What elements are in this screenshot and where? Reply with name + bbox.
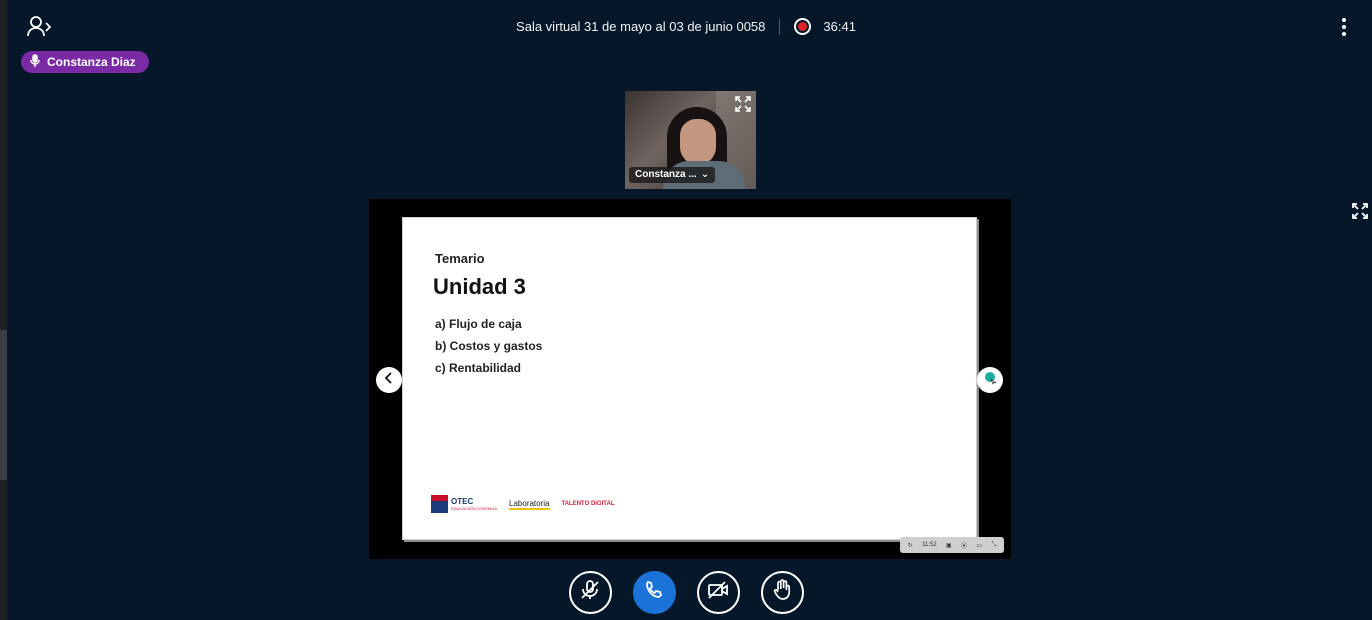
- slide-heading: Unidad 3: [433, 274, 526, 299]
- top-bar: Sala virtual 31 de mayo al 03 de junio 0…: [0, 18, 1372, 35]
- video-time: 11:52: [922, 542, 937, 548]
- slide-items: a) Flujo de caja b) Costos y gastos c) R…: [435, 317, 542, 383]
- fullscreen-presentation-icon[interactable]: [1351, 202, 1369, 220]
- slide-logos: OTEC EDUCACIÓN CONTINUA Laboratoria TALE…: [431, 495, 615, 513]
- slide-item: b) Costos y gastos: [435, 339, 543, 353]
- slide-kicker: Temario: [435, 251, 485, 266]
- meeting-title: Sala virtual 31 de mayo al 03 de junio 0…: [516, 19, 766, 34]
- presentation-area: Temario Unidad 3 a) Flujo de caja b) Cos…: [369, 199, 1011, 559]
- caption-icon[interactable]: ▭: [976, 542, 982, 549]
- webcam-person-face: [680, 119, 716, 165]
- raise-hand-button[interactable]: [760, 571, 804, 614]
- webcam-tile[interactable]: Constanza ... ⌄: [625, 91, 756, 189]
- chevron-left-icon: [384, 371, 394, 389]
- left-edge-strip: [0, 0, 7, 620]
- slide-item: c) Rentabilidad: [435, 361, 522, 375]
- mute-button[interactable]: [568, 571, 612, 614]
- users-toggle-icon[interactable]: [26, 14, 54, 40]
- webcam-name-text: Constanza ...: [635, 169, 697, 180]
- previous-slide-button[interactable]: [376, 367, 402, 393]
- laboratoria-logo: Laboratoria: [509, 498, 550, 510]
- share-webcam-button[interactable]: [696, 571, 740, 614]
- otec-logo: OTEC EDUCACIÓN CONTINUA: [431, 495, 497, 513]
- title-divider: [779, 18, 781, 35]
- phone-icon: [644, 580, 664, 605]
- chevron-down-icon: ⌄: [700, 169, 710, 180]
- refresh-icon[interactable]: ↻: [908, 542, 913, 549]
- more-vertical-icon[interactable]: [1336, 16, 1352, 38]
- slide-item: a) Flujo de caja: [435, 317, 522, 331]
- next-slide-button[interactable]: [977, 367, 1003, 393]
- aiep-mark: [431, 495, 448, 513]
- recording-icon[interactable]: [794, 18, 812, 35]
- microphone-icon: [30, 53, 40, 71]
- chevron-right-icon: [982, 370, 998, 391]
- camera-off-icon: [707, 580, 729, 605]
- leave-audio-button[interactable]: [632, 571, 676, 614]
- shared-video-controls[interactable]: ↻ 11:52 ▣ ⦿ ▭ ⤡: [900, 537, 1004, 553]
- action-bar: [0, 571, 1372, 614]
- talento-digital-logo: TALENTO DIGITAL: [561, 501, 615, 507]
- talking-indicator[interactable]: Constanza Diaz: [21, 51, 149, 73]
- recording-timer: 36:41: [823, 19, 856, 34]
- otec-logo-text: OTEC: [451, 496, 474, 506]
- talker-name: Constanza Diaz: [47, 55, 136, 69]
- webcam-name-label[interactable]: Constanza ... ⌄: [629, 167, 716, 183]
- otec-logo-subtext: EDUCACIÓN CONTINUA: [451, 505, 498, 511]
- shrink-icon[interactable]: ⤡: [991, 542, 996, 549]
- hand-icon: [772, 579, 792, 606]
- presentation-slide: Temario Unidad 3 a) Flujo de caja b) Cos…: [402, 217, 977, 540]
- microphone-off-icon: [579, 579, 601, 606]
- broadcast-icon[interactable]: ⦿: [961, 541, 967, 550]
- fullscreen-icon[interactable]: [735, 96, 751, 112]
- camera-icon[interactable]: ▣: [946, 542, 952, 549]
